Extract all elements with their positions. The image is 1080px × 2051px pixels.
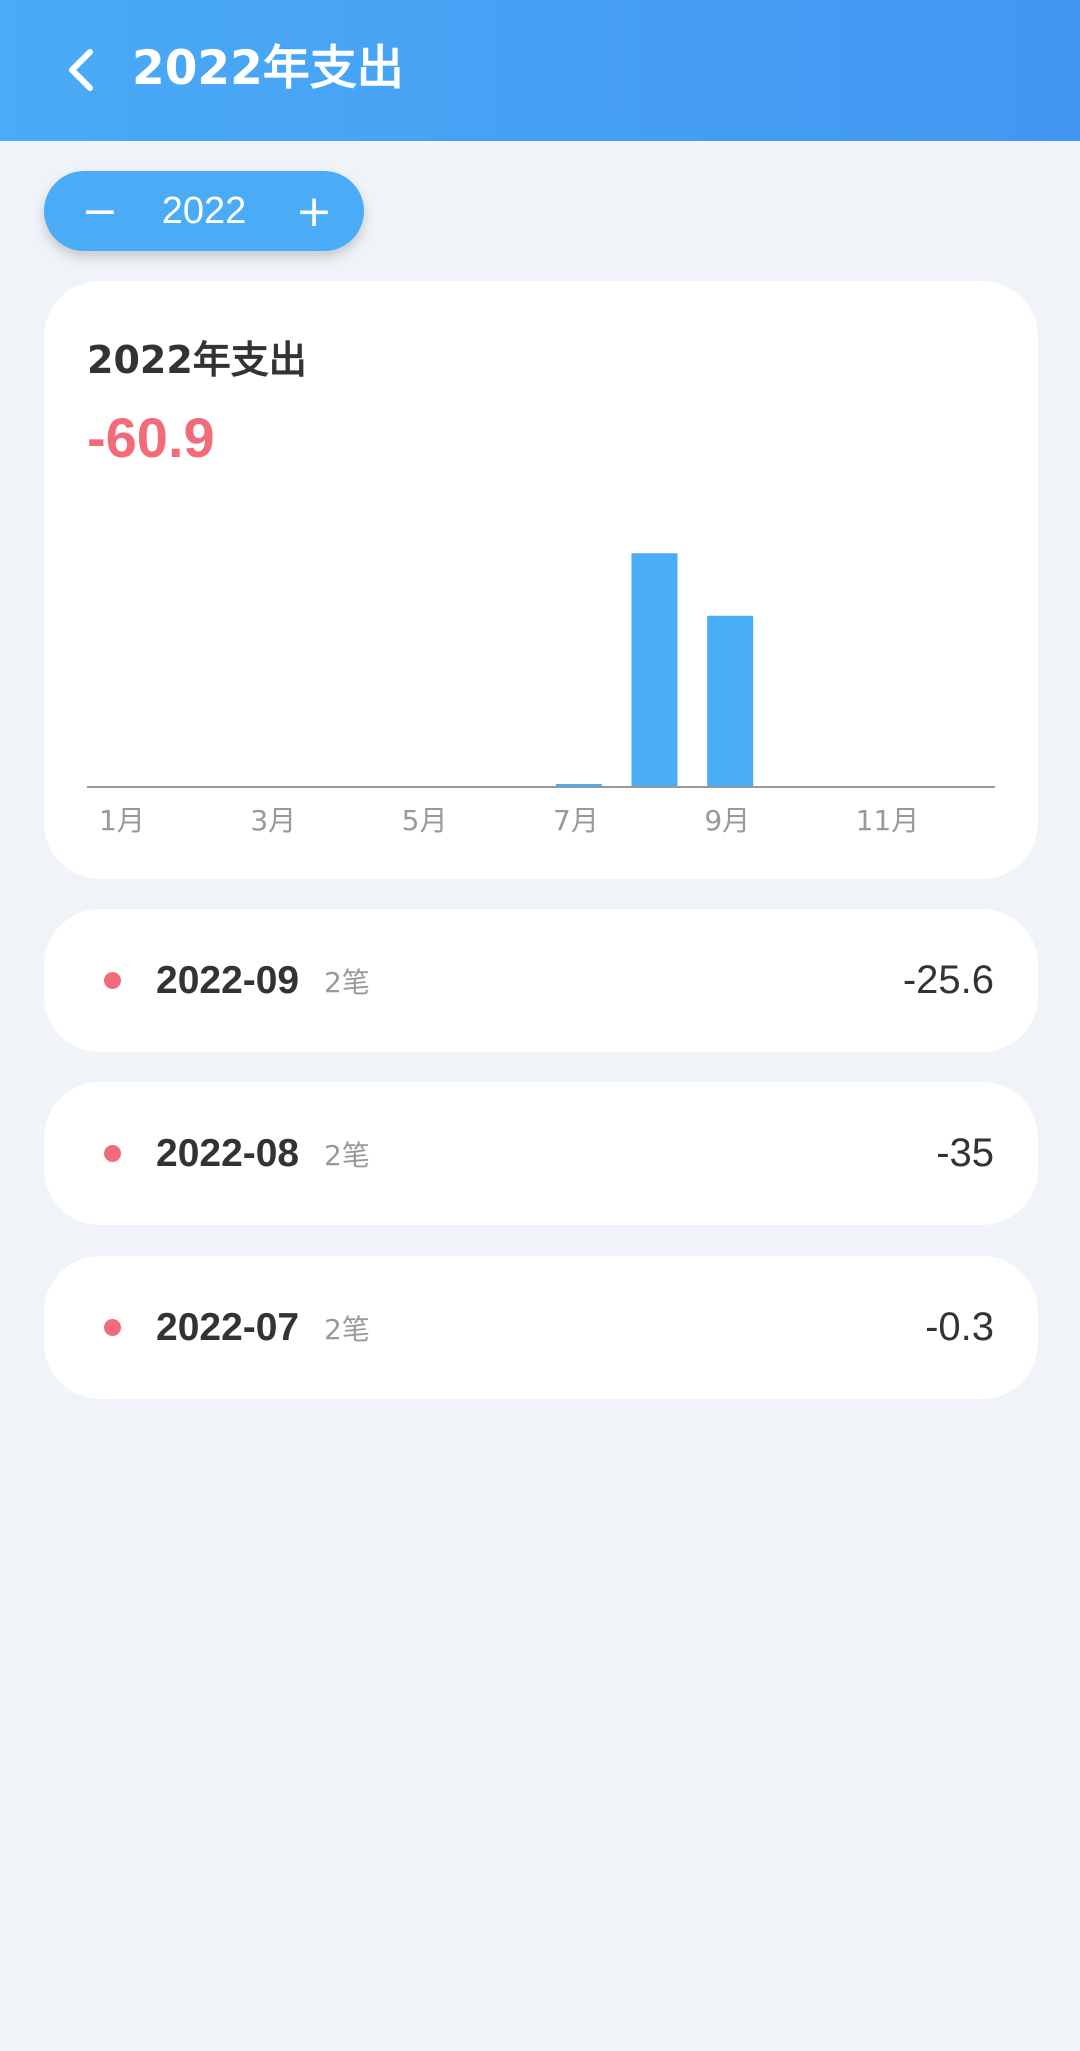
row-count: 2笔 xyxy=(324,966,370,999)
app-bar: 2022年支出 xyxy=(0,0,1080,141)
month-row[interactable]: 2022-08 2笔 -35 xyxy=(44,1082,1038,1225)
monthly-expense-chart: 1月 3月 5月 7月 9月 11月 xyxy=(87,553,995,837)
row-count: 2笔 xyxy=(324,1313,370,1346)
x-tick-label: 1月 xyxy=(99,804,145,837)
row-amount: -25.6 xyxy=(902,958,994,1002)
row-month: 2022-08 xyxy=(156,1132,300,1175)
month-row[interactable]: 2022-09 2笔 -25.6 xyxy=(44,909,1038,1052)
year-stepper: − 2022 + xyxy=(44,171,364,251)
x-tick-label: 11月 xyxy=(856,804,920,837)
expense-dot xyxy=(104,972,121,989)
page-title: 2022年支出 xyxy=(132,41,404,96)
row-amount: -35 xyxy=(936,1131,994,1175)
x-tick-label: 5月 xyxy=(402,804,448,837)
month-row[interactable]: 2022-07 2笔 -0.3 xyxy=(44,1256,1038,1399)
expense-dot xyxy=(104,1145,121,1162)
year-value: 2022 xyxy=(161,190,247,232)
bar-9月 xyxy=(707,615,754,786)
x-tick-label: 3月 xyxy=(250,804,296,837)
year-summary-card: 2022年支出 -60.9 1月 3月 5月 7月 9月 11月 xyxy=(44,281,1038,879)
row-month: 2022-09 xyxy=(156,959,300,1002)
bar-8月 xyxy=(631,553,678,786)
row-count: 2笔 xyxy=(324,1139,370,1172)
chevron-left-icon xyxy=(69,49,93,91)
expense-dot xyxy=(104,1319,121,1336)
bar-7月 xyxy=(555,784,602,786)
x-tick-label: 9月 xyxy=(704,804,750,837)
back-button[interactable] xyxy=(56,40,106,100)
row-amount: -0.3 xyxy=(925,1305,994,1349)
next-year-button[interactable]: + xyxy=(274,171,354,251)
row-month: 2022-07 xyxy=(156,1306,300,1349)
x-tick-label: 7月 xyxy=(553,804,599,837)
